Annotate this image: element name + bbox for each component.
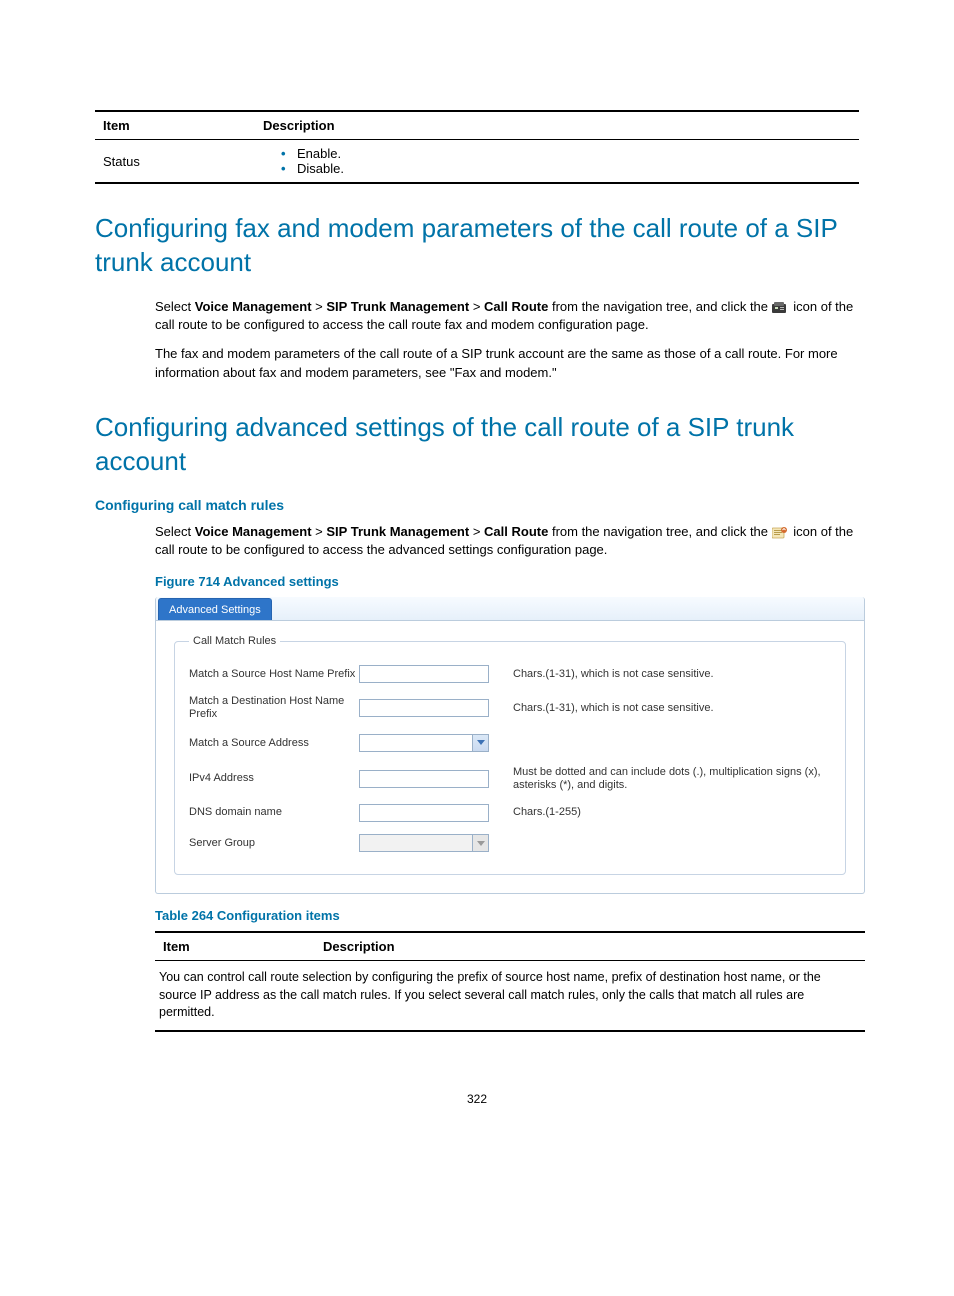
nav-voice-mgmt-2: Voice Management [195,524,312,539]
th-desc: Description [255,111,859,140]
row-source-address: Match a Source Address [189,728,831,760]
select-source-address[interactable] [359,734,489,752]
label-dns-domain: DNS domain name [189,806,359,819]
chevron-down-icon [472,735,488,751]
hint-dns-domain: Chars.(1-255) [499,806,831,819]
call-match-rules-group: Call Match Rules Match a Source Host Nam… [174,635,846,875]
nav-sip-trunk-mgmt: SIP Trunk Management [326,299,469,314]
call-match-rules-legend: Call Match Rules [189,635,280,647]
th-item: Item [95,111,255,140]
th-desc-2: Description [315,932,865,961]
select-server-group [359,834,489,852]
config-items-intro: You can control call route selection by … [155,961,865,1031]
label-source-address: Match a Source Address [189,737,359,750]
adv-body-1: Select Voice Management > SIP Trunk Mana… [155,523,859,561]
status-enable: Enable. [281,146,851,161]
status-table: Item Description Status Enable. Disable. [95,110,859,184]
row-dest-host-prefix: Match a Destination Host Name Prefix Cha… [189,689,831,727]
table-caption: Table 264 Configuration items [155,908,859,923]
label-source-host-prefix: Match a Source Host Name Prefix [189,668,359,681]
input-dest-host-prefix[interactable] [359,699,489,717]
advanced-config-icon [772,526,788,538]
config-items-table: Item Description You can control call ro… [155,931,865,1032]
figure-caption: Figure 714 Advanced settings [155,574,859,589]
hint-source-host-prefix: Chars.(1-31), which is not case sensitiv… [499,668,831,681]
heading-advanced: Configuring advanced settings of the cal… [95,411,859,479]
page-number: 322 [95,1092,859,1106]
chevron-down-icon [472,835,488,851]
input-ipv4-address[interactable] [359,770,489,788]
nav-sip-trunk-mgmt-2: SIP Trunk Management [326,524,469,539]
row-ipv4-address: IPv4 Address Must be dotted and can incl… [189,760,831,798]
hint-ipv4-address: Must be dotted and can include dots (.),… [499,766,831,792]
row-server-group: Server Group [189,828,831,860]
subheading-call-match: Configuring call match rules [95,497,859,513]
td-status: Status [95,140,255,184]
heading-fax-modem: Configuring fax and modem parameters of … [95,212,859,280]
fax-body-1: Select Voice Management > SIP Trunk Mana… [155,298,859,336]
advanced-settings-panel: Advanced Settings Call Match Rules Match… [155,597,865,894]
row-source-host-prefix: Match a Source Host Name Prefix Chars.(1… [189,659,831,689]
label-ipv4-address: IPv4 Address [189,772,359,785]
td-status-opts: Enable. Disable. [255,140,859,184]
hint-dest-host-prefix: Chars.(1-31), which is not case sensitiv… [499,702,831,715]
input-dns-domain[interactable] [359,804,489,822]
nav-call-route: Call Route [484,299,548,314]
nav-voice-mgmt: Voice Management [195,299,312,314]
tab-advanced-settings[interactable]: Advanced Settings [158,598,272,620]
fax-config-icon [772,301,788,313]
row-dns-domain: DNS domain name Chars.(1-255) [189,798,831,828]
status-disable: Disable. [281,161,851,176]
input-source-host-prefix[interactable] [359,665,489,683]
label-dest-host-prefix: Match a Destination Host Name Prefix [189,695,359,721]
label-server-group: Server Group [189,837,359,850]
nav-call-route-2: Call Route [484,524,548,539]
th-item-2: Item [155,932,315,961]
fax-body-2: The fax and modem parameters of the call… [155,345,859,383]
panel-tabbar: Advanced Settings [156,597,864,621]
